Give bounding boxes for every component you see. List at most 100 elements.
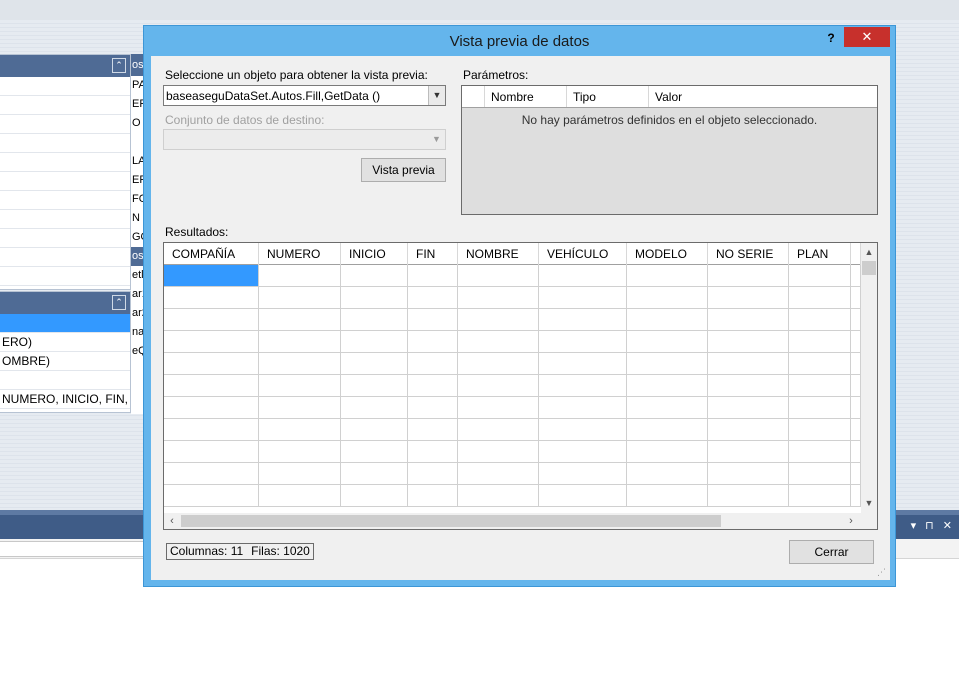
list-item[interactable] [0,248,130,267]
table-row[interactable] [164,397,861,419]
table-cell[interactable] [164,397,259,418]
chevron-down-icon[interactable]: ▼ [861,495,877,511]
table-cell[interactable] [539,287,627,308]
list-item[interactable]: NUMERO, INICIO, FIN, ... [0,390,130,409]
table-cell[interactable] [789,397,851,418]
collapse-icon[interactable]: ⌃ [112,295,126,310]
table-cell[interactable] [851,265,861,286]
table-cell[interactable] [408,441,458,462]
table-cell[interactable] [627,353,708,374]
table-cell[interactable] [341,331,408,352]
chevron-down-icon[interactable]: ▼ [428,130,445,149]
horizontal-scrollbar[interactable]: ‹ › [164,513,861,529]
column-header[interactable]: FIN [408,243,458,265]
table-row[interactable] [164,441,861,463]
table-cell[interactable] [851,463,861,484]
list-item[interactable] [0,267,130,286]
table-cell[interactable] [259,353,341,374]
table-cell[interactable] [458,397,539,418]
table-cell[interactable] [259,419,341,440]
table-cell[interactable] [259,287,341,308]
column-header[interactable]: VEHÍCULO [539,243,627,265]
table-cell[interactable] [851,287,861,308]
table-cell[interactable] [539,419,627,440]
table-cell[interactable] [708,309,789,330]
table-cell[interactable] [341,397,408,418]
select-object-combobox[interactable]: baseaseguDataSet.Autos.Fill,GetData () ▼ [163,85,446,106]
table-cell[interactable] [341,309,408,330]
scroll-thumb[interactable] [862,261,876,275]
column-header[interactable]: MODELO [627,243,708,265]
table-cell[interactable] [539,265,627,286]
table-cell[interactable] [539,485,627,506]
table-cell[interactable] [539,375,627,396]
table-cell[interactable] [708,331,789,352]
table-cell[interactable] [408,397,458,418]
table-cell[interactable] [789,485,851,506]
list-item[interactable] [0,96,130,115]
table-cell[interactable] [708,265,789,286]
table-cell[interactable] [539,331,627,352]
table-row[interactable] [164,485,861,507]
table-cell[interactable] [627,287,708,308]
column-header[interactable]: NOMBRE [458,243,539,265]
table-cell[interactable] [164,441,259,462]
list-item[interactable] [0,172,130,191]
table-cell[interactable] [539,441,627,462]
chevron-left-icon[interactable]: ‹ [164,513,180,529]
table-row[interactable] [164,419,861,441]
chevron-down-icon[interactable]: ▼ [428,86,445,105]
table-cell[interactable] [627,375,708,396]
table-cell[interactable] [627,441,708,462]
table-cell[interactable] [164,353,259,374]
output-field[interactable] [0,541,150,557]
table-cell[interactable] [259,485,341,506]
table-cell[interactable] [789,331,851,352]
table-cell[interactable] [259,331,341,352]
table-cell[interactable] [539,353,627,374]
list-item[interactable] [0,134,130,153]
column-header[interactable]: Nombre [484,86,566,107]
collapse-icon[interactable]: ⌃ [112,58,126,73]
scroll-thumb[interactable] [181,515,721,527]
table-cell[interactable] [789,375,851,396]
table-cell[interactable] [164,309,259,330]
table-cell[interactable] [458,331,539,352]
list-item-selected[interactable] [0,314,130,333]
table-cell[interactable] [851,375,861,396]
table-cell[interactable] [789,265,851,286]
table-cell[interactable] [539,463,627,484]
table-cell[interactable] [851,331,861,352]
table-row[interactable] [164,265,861,287]
table-cell[interactable] [708,397,789,418]
selected-cell[interactable] [164,265,259,286]
table-cell[interactable] [627,309,708,330]
list-item[interactable]: OMBRE) [0,352,130,371]
table-cell[interactable] [458,485,539,506]
table-cell[interactable] [341,287,408,308]
table-cell[interactable] [627,463,708,484]
table-cell[interactable] [408,485,458,506]
chevron-right-icon[interactable]: › [843,513,859,529]
table-cell[interactable] [539,397,627,418]
table-cell[interactable] [458,375,539,396]
table-cell[interactable] [408,309,458,330]
tool-window-buttons-icon[interactable]: ▾ ⊓ ✕ [911,519,955,532]
table-row[interactable] [164,331,861,353]
table-cell[interactable] [789,441,851,462]
table-cell[interactable] [341,485,408,506]
table-cell[interactable] [341,441,408,462]
column-header[interactable]: NUMERO [259,243,341,265]
close-icon[interactable]: ✕ [844,27,890,47]
table-cell[interactable] [164,419,259,440]
list-item[interactable] [0,229,130,248]
table-row[interactable] [164,309,861,331]
table-cell[interactable] [408,353,458,374]
table-cell[interactable] [708,287,789,308]
table-cell[interactable] [408,463,458,484]
table-cell[interactable] [851,309,861,330]
list-item[interactable] [0,210,130,229]
table-cell[interactable] [164,375,259,396]
table-cell[interactable] [259,463,341,484]
column-header[interactable]: Tipo [566,86,648,107]
